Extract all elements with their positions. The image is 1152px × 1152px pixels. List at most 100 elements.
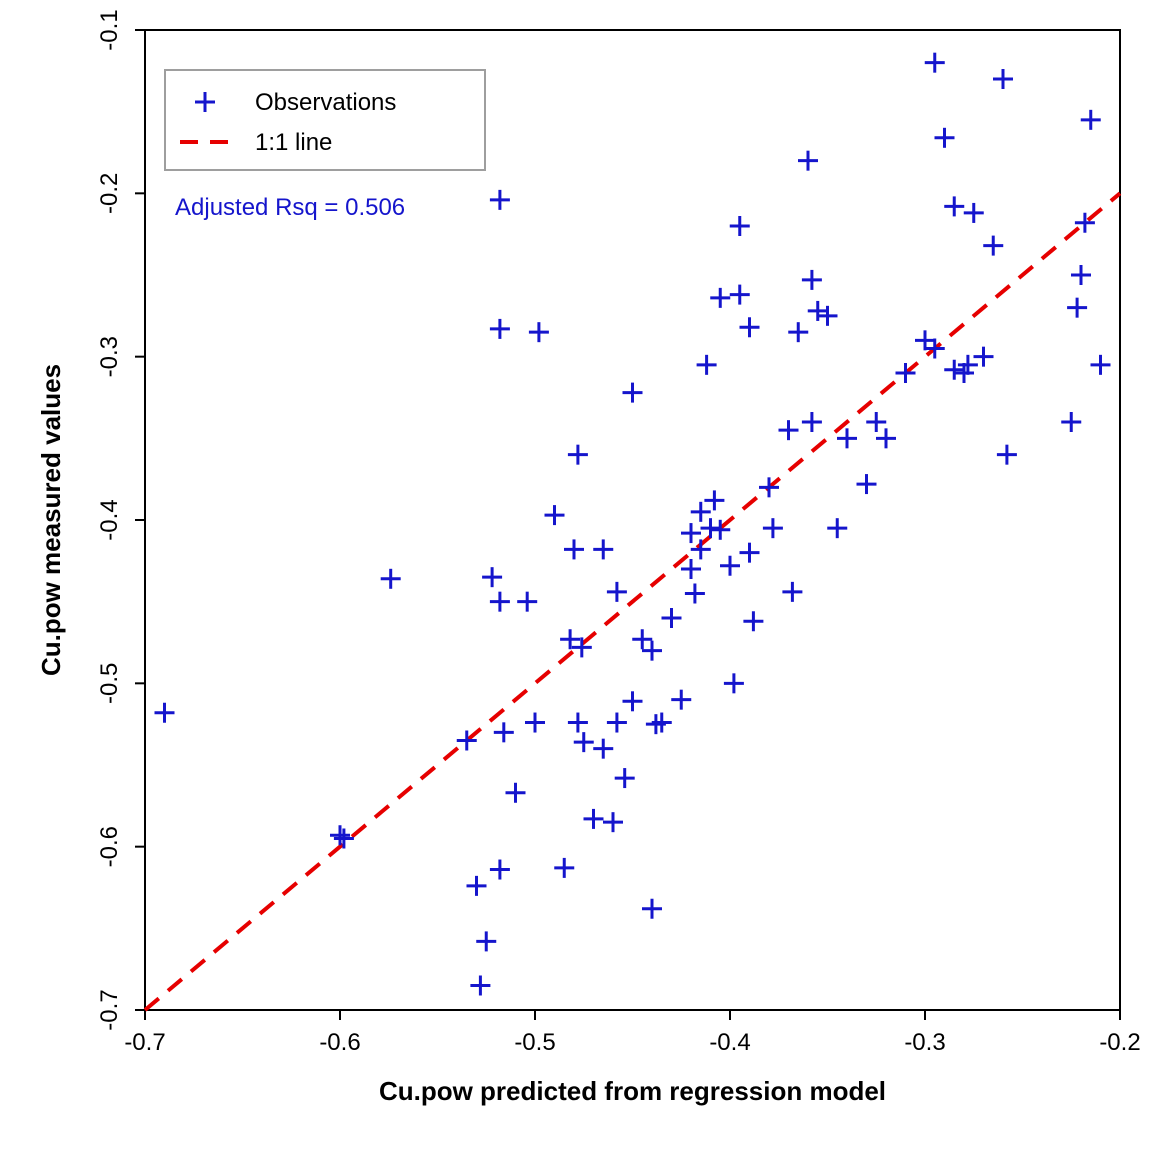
observation-point [866, 412, 886, 432]
observation-point [568, 445, 588, 465]
observation-point [730, 216, 750, 236]
observation-point [155, 703, 175, 723]
observation-point [671, 690, 691, 710]
observation-point [730, 285, 750, 305]
scatter-chart: -0.7 -0.6 -0.5 -0.4 -0.3 -0.2 -0.7 -0.6 -0.5 -0.4… [0, 0, 1152, 1152]
observation-point [681, 559, 701, 579]
observation-point [529, 322, 549, 342]
observation-point [983, 236, 1003, 256]
observation-point [740, 543, 760, 563]
observation-point [603, 812, 623, 832]
observation-point [704, 490, 724, 510]
observation-point [476, 931, 496, 951]
observation-point [584, 809, 604, 829]
observation-point [925, 53, 945, 73]
observation-point [593, 539, 613, 559]
observation-point [685, 584, 705, 604]
observation-point [662, 608, 682, 628]
observation-point [944, 360, 964, 380]
x-tick-label: -0.6 [319, 1029, 360, 1056]
observation-point [623, 691, 643, 711]
observation-point [798, 151, 818, 171]
observation-point [467, 876, 487, 896]
y-tick-label: -0.3 [96, 336, 123, 377]
observation-point [1091, 355, 1111, 375]
observation-point [607, 582, 627, 602]
observation-point [494, 722, 514, 742]
observation-point [545, 505, 565, 525]
observation-point [632, 629, 652, 649]
observation-point [642, 899, 662, 919]
observation-point [381, 569, 401, 589]
observation-point [724, 673, 744, 693]
observation-point [568, 713, 588, 733]
observation-point [490, 190, 510, 210]
observation-point [827, 518, 847, 538]
observation-point [1071, 265, 1091, 285]
observation-point [697, 355, 717, 375]
x-axis-label: Cu.pow predicted from regression model [379, 1076, 886, 1106]
observation-point [607, 713, 627, 733]
observation-point [876, 428, 896, 448]
legend-label: Observations [255, 89, 396, 116]
observation-point [681, 523, 701, 543]
x-tick-label: -0.5 [514, 1029, 555, 1056]
observation-point [857, 474, 877, 494]
observation-point [837, 428, 857, 448]
observation-point [490, 860, 510, 880]
observation-point [997, 445, 1017, 465]
observation-point [964, 203, 984, 223]
observation-point [782, 582, 802, 602]
observation-point [642, 641, 662, 661]
y-axis-label: Cu.pow measured values [36, 364, 66, 676]
observation-point [710, 288, 730, 308]
observation-point [564, 539, 584, 559]
legend-label: 1:1 line [255, 129, 332, 156]
observation-point [615, 768, 635, 788]
identity-line [145, 193, 1120, 1010]
rsq-annotation: Adjusted Rsq = 0.506 [175, 194, 405, 221]
observation-point [525, 713, 545, 733]
observation-point [691, 539, 711, 559]
observation-point [944, 196, 964, 216]
observation-point [517, 592, 537, 612]
observation-point [490, 319, 510, 339]
observation-point [788, 322, 808, 342]
observation-point [1061, 412, 1081, 432]
y-tick-label: -0.2 [96, 173, 123, 214]
observation-point [574, 732, 594, 752]
y-tick-label: -0.7 [96, 989, 123, 1030]
observation-point [802, 270, 822, 290]
observation-point [720, 556, 740, 576]
observation-point [1067, 298, 1087, 318]
x-tick-label: -0.7 [124, 1029, 165, 1056]
observation-point [701, 518, 721, 538]
observation-point [470, 976, 490, 996]
observation-point [779, 420, 799, 440]
observation-point [802, 412, 822, 432]
y-tick-label: -0.1 [96, 9, 123, 50]
observation-point [330, 825, 350, 845]
observation-point [1081, 110, 1101, 130]
observation-point [808, 301, 828, 321]
observation-point [623, 383, 643, 403]
observation-point [818, 306, 838, 326]
observation-point [554, 858, 574, 878]
observation-point [334, 829, 354, 849]
observation-point [935, 128, 955, 148]
y-tick-label: -0.4 [96, 499, 123, 540]
observation-point [763, 518, 783, 538]
x-tick-label: -0.3 [904, 1029, 945, 1056]
observation-point [993, 69, 1013, 89]
y-tick-label: -0.6 [96, 826, 123, 867]
x-tick-label: -0.4 [709, 1029, 750, 1056]
plot-frame [145, 30, 1120, 1010]
observation-point [740, 317, 760, 337]
observation-point [743, 611, 763, 631]
y-tick-label: -0.5 [96, 663, 123, 704]
observation-point [691, 502, 711, 522]
x-tick-label: -0.2 [1099, 1029, 1140, 1056]
observation-point [482, 567, 502, 587]
observation-point [490, 592, 510, 612]
observation-point [593, 739, 613, 759]
